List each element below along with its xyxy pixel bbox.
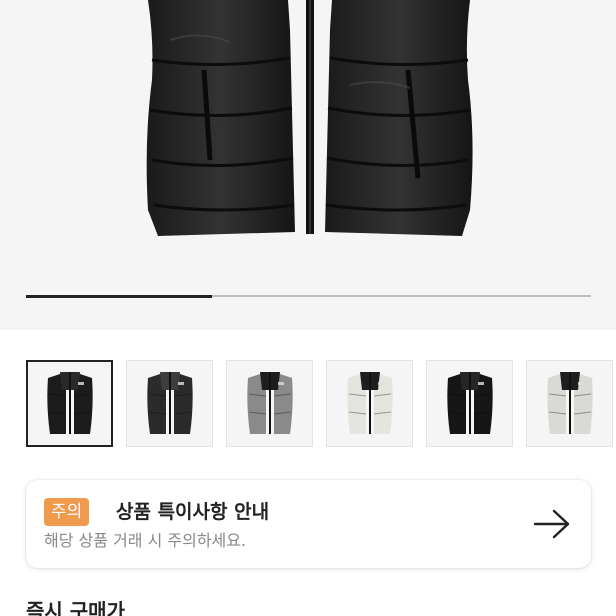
vest-thumbnail-image [246, 371, 293, 434]
thumbnail-5[interactable] [426, 360, 513, 447]
vest-thumbnail-image [46, 371, 93, 434]
caution-badge: 주의 [44, 498, 90, 526]
vest-thumbnail-image [346, 371, 393, 434]
gallery-progress-indicator [26, 294, 213, 298]
thumbnail-3[interactable] [226, 360, 313, 447]
arrow-right-icon[interactable] [533, 508, 571, 540]
thumbnail-strip [26, 360, 616, 448]
notice-title: 상품 특이사항 안내 [116, 501, 270, 523]
gallery-progress-track [26, 294, 591, 298]
thumbnail-2[interactable] [126, 360, 213, 447]
vest-thumbnail-image [546, 371, 593, 434]
instant-buy-price-title: 즉시 구매가 [26, 599, 125, 616]
thumbnail-6[interactable] [526, 360, 613, 447]
notice-description: 해당 상품 거래 시 주의하세요. [44, 531, 247, 550]
thumbnail-4[interactable] [326, 360, 413, 447]
product-image-gallery[interactable] [0, 0, 616, 330]
vest-thumbnail-image [146, 371, 193, 434]
product-notice-card[interactable]: 주의 상품 특이사항 안내 해당 상품 거래 시 주의하세요. [26, 480, 591, 568]
product-main-image [146, 0, 473, 236]
thumbnail-1[interactable] [26, 360, 113, 447]
vest-thumbnail-image [446, 371, 493, 434]
